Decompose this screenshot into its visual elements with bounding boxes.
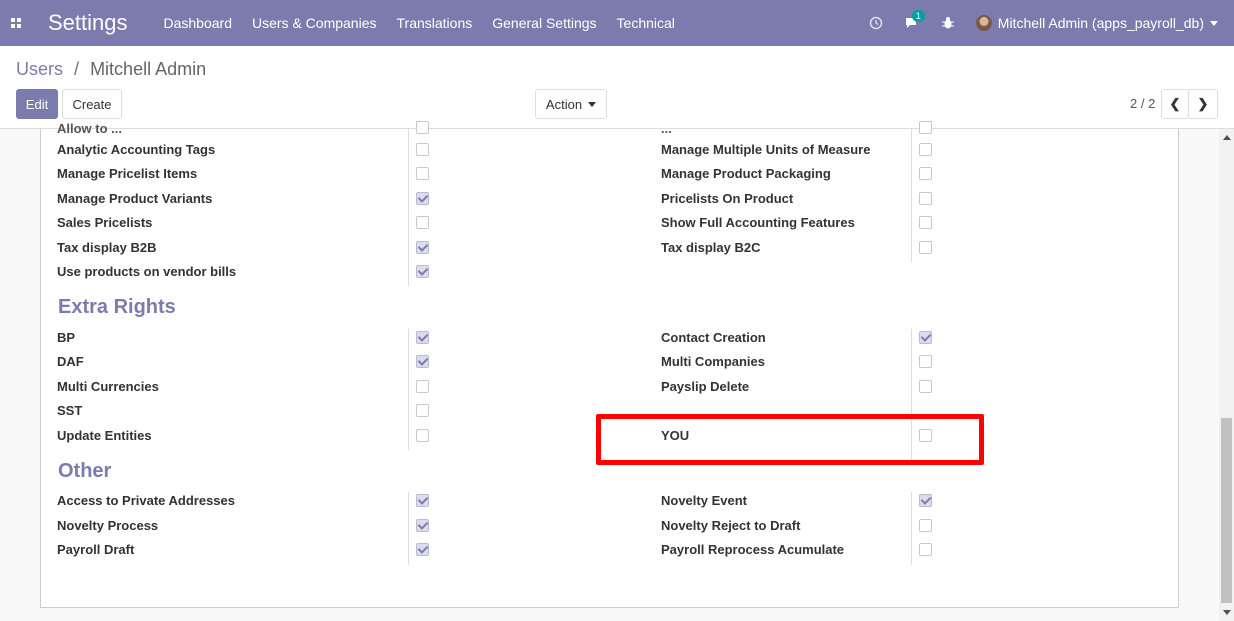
action-label: Action [545,96,583,112]
column-divider [911,129,912,262]
breadcrumb-current: Mitchell Admin [90,59,207,79]
field-label: Payroll Reprocess Acumulate [661,542,845,557]
field-label: Sales Pricelists [57,215,153,230]
field-label: Manage Pricelist Items [57,166,198,181]
checkbox[interactable] [919,167,932,180]
checkbox[interactable] [416,404,429,417]
checkbox[interactable] [919,543,932,556]
checkbox[interactable] [416,167,429,180]
menu-general-settings[interactable]: General Settings [492,15,596,31]
activity-clock-icon[interactable] [862,16,890,30]
menu-translations[interactable]: Translations [397,15,473,31]
checkbox-checked[interactable] [416,519,429,532]
field-label: Novelty Process [57,518,159,533]
checkbox-checked[interactable] [919,331,932,344]
field-label: Update Entities [57,428,152,443]
field-label: Access to Private Addresses [57,493,236,508]
field-label: Multi Companies [661,354,766,369]
menu-users-companies[interactable]: Users & Companies [252,15,377,31]
column-divider [408,329,409,450]
column-divider [408,492,409,565]
checkbox-checked[interactable] [416,241,429,254]
section-title-other: Other [58,460,112,482]
checkbox[interactable] [919,241,932,254]
field-label: Novelty Event [661,493,747,508]
pager-value[interactable]: 2 / 2 [1130,96,1155,111]
field-label: Manage Product Variants [57,191,213,206]
control-panel: Users / Mitchell Admin Edit Create Actio… [0,46,1234,129]
field-label: Payslip Delete [661,379,750,394]
checkbox-checked[interactable] [416,192,429,205]
field-label: DAF [57,354,84,369]
field-label: Multi Currencies [57,379,159,394]
field-label: Tax display B2C [661,240,761,255]
debug-bug-icon[interactable] [934,16,962,30]
checkbox[interactable] [416,143,429,156]
edit-button[interactable]: Edit [16,89,58,119]
checkbox[interactable] [416,216,429,229]
chevron-left-icon: ❮ [1169,96,1181,111]
checkbox[interactable] [919,355,932,368]
checkbox[interactable] [416,380,429,393]
field-label: Pricelists On Product [661,191,794,206]
checkbox[interactable] [919,121,932,134]
create-button[interactable]: Create [62,89,122,119]
field-label: Manage Multiple Units of Measure [661,142,871,157]
app-brand[interactable]: Settings [48,10,128,36]
checkbox-checked[interactable] [919,494,932,507]
scrollbar-thumb[interactable] [1221,418,1232,603]
chevron-down-icon [588,101,597,107]
field-label: Use products on vendor bills [57,264,237,279]
breadcrumb: Users / Mitchell Admin [16,59,206,80]
pager-previous-button[interactable]: ❮ [1161,89,1189,119]
checkbox-checked[interactable] [416,494,429,507]
field-label: BP [57,330,76,345]
field-label: SST [57,403,83,418]
checkbox-checked[interactable] [416,331,429,344]
column-divider [911,492,912,565]
breadcrumb-users[interactable]: Users [16,59,63,79]
column-divider [408,129,409,286]
field-label: Payroll Draft [57,542,135,557]
checkbox[interactable] [919,192,932,205]
checkbox-checked[interactable] [416,543,429,556]
chevron-right-icon: ❯ [1197,96,1209,111]
scroll-up-arrow-icon[interactable] [1223,135,1231,140]
annotation-highlight-box [596,414,984,465]
checkbox[interactable] [416,121,429,134]
checkbox[interactable] [919,216,932,229]
form-sheet: Allow to ... ... Analytic Accounting Tag… [40,121,1179,608]
field-label: Contact Creation [661,330,766,345]
user-avatar[interactable] [975,15,992,31]
checkbox-checked[interactable] [416,265,429,278]
menu-dashboard[interactable]: Dashboard [164,15,233,31]
breadcrumb-separator: / [74,59,80,79]
user-menu[interactable]: Mitchell Admin (apps_payroll_db) [998,15,1204,31]
field-label: Allow to ... [57,121,122,136]
checkbox[interactable] [919,380,932,393]
field-label: Show Full Accounting Features [661,215,855,230]
vertical-scrollbar[interactable] [1219,129,1234,621]
user-dropdown-caret-icon[interactable] [1210,20,1218,26]
field-label: ... [661,121,672,136]
section-title-extra-rights: Extra Rights [58,296,176,318]
checkbox[interactable] [416,429,429,442]
checkbox[interactable] [919,519,932,532]
checkbox-checked[interactable] [416,355,429,368]
pager-next-button[interactable]: ❯ [1188,89,1218,119]
menu-technical[interactable]: Technical [617,15,675,31]
checkbox[interactable] [919,143,932,156]
chat-count-badge: 1 [911,10,925,22]
field-label: Analytic Accounting Tags [57,142,216,157]
field-label: Manage Product Packaging [661,166,831,181]
field-label: Tax display B2B [57,240,157,255]
field-label: Novelty Reject to Draft [661,518,801,533]
action-dropdown-button[interactable]: Action [535,89,607,119]
top-navbar: Settings Dashboard Users & Companies Tra… [0,0,1234,46]
apps-menu-icon[interactable] [0,0,32,46]
chat-icon[interactable]: 1 [898,10,926,30]
scroll-down-arrow-icon[interactable] [1223,610,1231,615]
